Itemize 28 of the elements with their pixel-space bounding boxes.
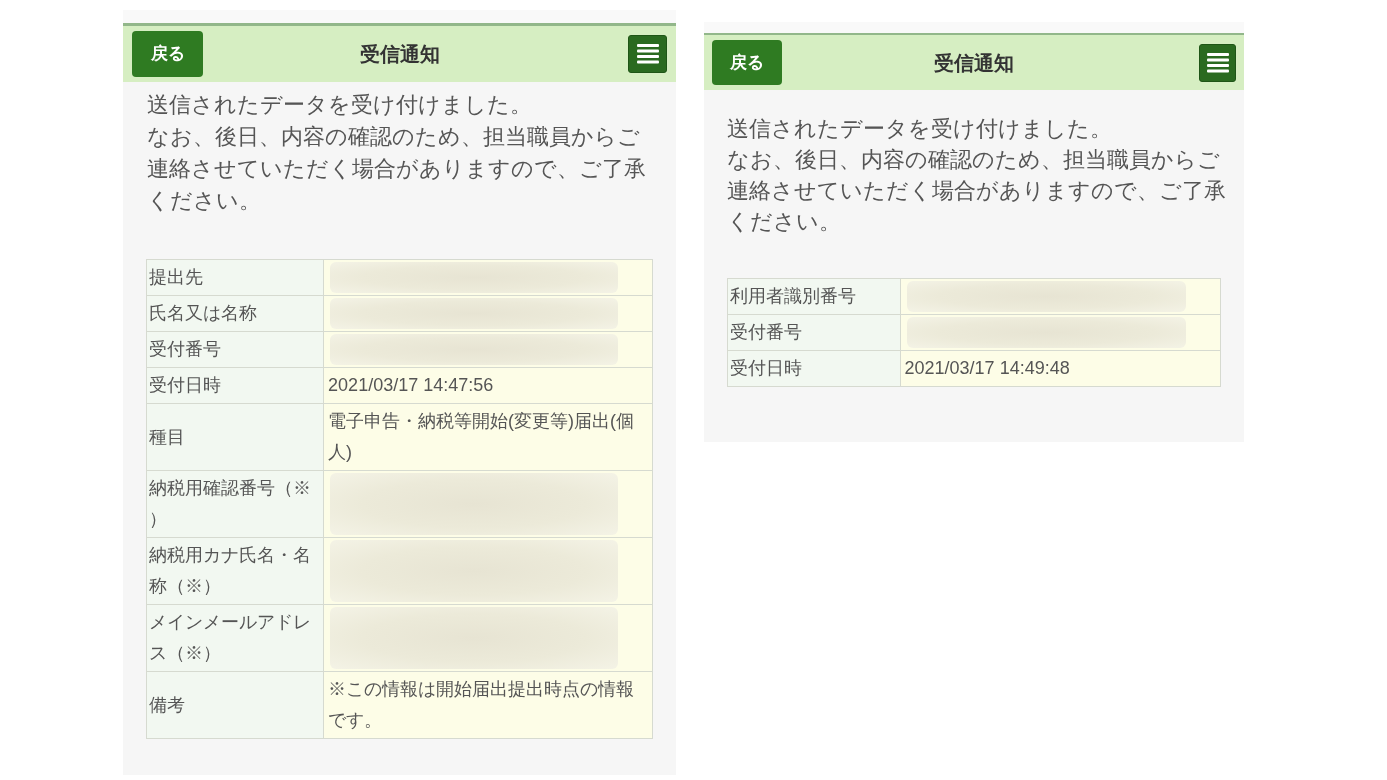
field-label: 種目 xyxy=(146,403,324,471)
field-value: 2021/03/17 14:49:48 xyxy=(900,350,1221,387)
page-title: 受信通知 xyxy=(934,50,1014,76)
field-label: 氏名又は名称 xyxy=(146,295,324,332)
field-value: ※この情報は開始届出提出時点の情報です。 xyxy=(323,671,653,739)
message-text: なお、後日、内容の確認のため、担当職員からご連絡させていただく場合がありますので、ご了承ください。 xyxy=(147,123,647,215)
field-label: 納税用カナ氏名・名称（※） xyxy=(146,537,324,605)
menu-icon xyxy=(636,44,659,64)
field-value: 2021/03/17 14:47:56 xyxy=(323,367,653,404)
back-button[interactable]: 戻る xyxy=(132,31,203,77)
field-label: 提出先 xyxy=(146,259,324,296)
message-text: 送信されたデータを受け付けました。 xyxy=(147,91,533,119)
field-value: 電子申告・納税等開始(変更等)届出(個人) xyxy=(323,403,653,471)
menu-icon xyxy=(1206,52,1229,73)
field-label: 受付日時 xyxy=(727,350,901,387)
field-label: 利用者識別番号 xyxy=(727,278,901,315)
field-label: 受付日時 xyxy=(146,367,324,404)
message-text: 送信されたデータを受け付けました。 xyxy=(727,115,1113,143)
field-label: 受付番号 xyxy=(727,314,901,351)
field-label: 納税用確認番号（※） xyxy=(146,470,324,538)
field-label: メインメールアドレス（※） xyxy=(146,604,324,672)
message-text: なお、後日、内容の確認のため、担当職員からご連絡させていただく場合がありますので、ご了承ください。 xyxy=(727,146,1227,236)
field-label: 受付番号 xyxy=(146,331,324,368)
menu-button[interactable] xyxy=(628,35,667,73)
menu-button[interactable] xyxy=(1199,43,1236,82)
page-title: 受信通知 xyxy=(359,42,440,67)
back-button[interactable]: 戻る xyxy=(712,40,782,85)
field-label: 備考 xyxy=(146,671,324,739)
